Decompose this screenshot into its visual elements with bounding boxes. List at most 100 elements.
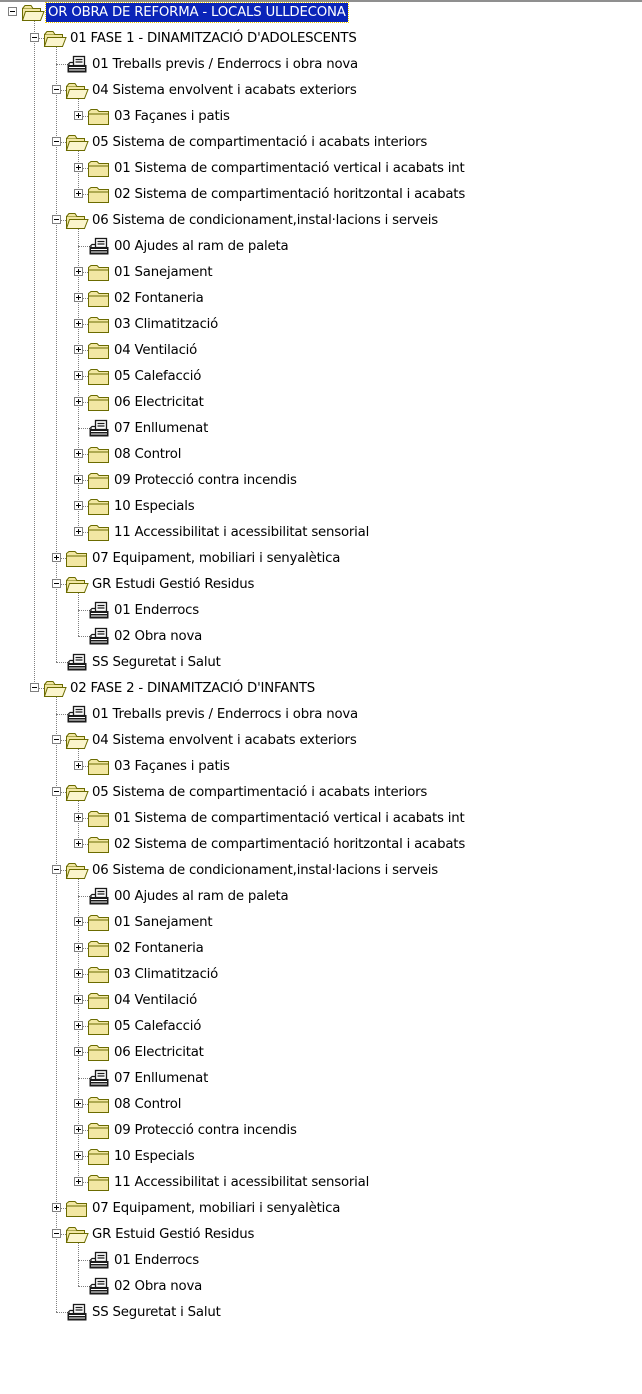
collapse-toggle-minus-icon[interactable] (8, 7, 17, 16)
expand-toggle-plus-icon[interactable] (74, 917, 83, 926)
expand-toggle-plus-icon[interactable] (74, 1021, 83, 1030)
expand-toggle-plus-icon[interactable] (52, 1203, 61, 1212)
tree-node-root[interactable]: OR OBRA DE REFORMA - LOCALS ULLDECONA (8, 0, 642, 26)
tree-node-07-equipament-mobiliari-i-senyaletica[interactable]: 07 Equipament, mobiliari i senyalètica (52, 1196, 642, 1222)
tree-node-label[interactable]: 01 Sanejament (112, 913, 214, 932)
tree-node-02-obra-nova[interactable]: 02 Obra nova (74, 1274, 642, 1300)
tree-node-01-sanejament[interactable]: 01 Sanejament (74, 910, 642, 936)
tree-node-label[interactable]: 07 Equipament, mobiliari i senyalètica (90, 549, 342, 568)
collapse-toggle-minus-icon[interactable] (52, 85, 61, 94)
tree-node-03-climatitzacio[interactable]: 03 Climatització (74, 312, 642, 338)
tree-node-label[interactable]: 04 Sistema envolvent i acabats exteriors (90, 731, 359, 750)
tree-node-label[interactable]: 03 Climatització (112, 315, 220, 334)
tree-node-label[interactable]: 09 Protecció contra incendis (112, 1121, 299, 1140)
tree-node-phase-1[interactable]: 01 FASE 1 - DINAMITZACIÓ D'ADOLESCENTS (30, 26, 642, 52)
tree-node-01-enderrocs[interactable]: 01 Enderrocs (74, 598, 642, 624)
tree-node-02-fontaneria[interactable]: 02 Fontaneria (74, 286, 642, 312)
tree-node-08-control[interactable]: 08 Control (74, 442, 642, 468)
tree-node-label[interactable]: 11 Accessibilitat i acessibilitat sensor… (112, 523, 371, 542)
collapse-toggle-minus-icon[interactable] (52, 787, 61, 796)
tree-node-label[interactable]: 01 Sistema de compartimentació vertical … (112, 809, 466, 828)
tree-node-label[interactable]: 02 Fontaneria (112, 289, 206, 308)
tree-node-label[interactable]: 05 Sistema de compartimentació i acabats… (90, 133, 429, 152)
tree-node-label[interactable]: 06 Electricitat (112, 393, 206, 412)
tree-node-label[interactable]: 04 Ventilació (112, 991, 199, 1010)
tree-node-02-fontaneria[interactable]: 02 Fontaneria (74, 936, 642, 962)
tree-node-label[interactable]: GR Estudi Gestió Residus (90, 575, 256, 594)
tree-node-label[interactable]: 04 Sistema envolvent i acabats exteriors (90, 81, 359, 100)
tree-node-label[interactable]: 04 Ventilació (112, 341, 199, 360)
collapse-toggle-minus-icon[interactable] (30, 33, 39, 42)
tree-node-label[interactable]: 02 Sistema de compartimentació horitzont… (112, 835, 467, 854)
expand-toggle-plus-icon[interactable] (74, 111, 83, 120)
tree-node-01-enderrocs[interactable]: 01 Enderrocs (74, 1248, 642, 1274)
tree-node-02-obra-nova[interactable]: 02 Obra nova (74, 624, 642, 650)
expand-toggle-plus-icon[interactable] (52, 553, 61, 562)
tree-node-05-sistema-de-compartimentacio-i-acabats-interiors[interactable]: 05 Sistema de compartimentació i acabats… (52, 130, 642, 156)
collapse-toggle-minus-icon[interactable] (30, 683, 39, 692)
expand-toggle-plus-icon[interactable] (74, 345, 83, 354)
expand-toggle-plus-icon[interactable] (74, 839, 83, 848)
tree-node-label[interactable]: 01 Enderrocs (112, 1251, 201, 1270)
collapse-toggle-minus-icon[interactable] (52, 735, 61, 744)
tree-node-label[interactable]: 03 Façanes i patis (112, 107, 232, 126)
expand-toggle-plus-icon[interactable] (74, 293, 83, 302)
tree-node-06-sistema-de-condicionament-instal-lacions-i-serveis[interactable]: 06 Sistema de condicionament,instal·laci… (52, 858, 642, 884)
collapse-toggle-minus-icon[interactable] (52, 865, 61, 874)
tree-node-label[interactable]: 02 Sistema de compartimentació horitzont… (112, 185, 467, 204)
tree-node-label[interactable]: 02 FASE 2 - DINAMITZACIÓ D'INFANTS (68, 679, 317, 698)
expand-toggle-plus-icon[interactable] (74, 995, 83, 1004)
tree-node-06-electricitat[interactable]: 06 Electricitat (74, 1040, 642, 1066)
expand-toggle-plus-icon[interactable] (74, 371, 83, 380)
tree-node-09-proteccio-contra-incendis[interactable]: 09 Protecció contra incendis (74, 468, 642, 494)
tree-node-label[interactable]: 01 FASE 1 - DINAMITZACIÓ D'ADOLESCENTS (68, 29, 359, 48)
tree-node-label[interactable]: 11 Accessibilitat i acessibilitat sensor… (112, 1173, 371, 1192)
tree-node-label[interactable]: SS Seguretat i Salut (90, 653, 223, 672)
tree-node-label[interactable]: 05 Calefacció (112, 367, 203, 386)
tree-node-label[interactable]: 06 Sistema de condicionament,instal·laci… (90, 861, 440, 880)
collapse-toggle-minus-icon[interactable] (52, 579, 61, 588)
tree-node-label[interactable]: SS Seguretat i Salut (90, 1303, 223, 1322)
tree-node-03-climatitzacio[interactable]: 03 Climatització (74, 962, 642, 988)
collapse-toggle-minus-icon[interactable] (52, 215, 61, 224)
tree-node-label[interactable]: 01 Treballs previs / Enderrocs i obra no… (90, 705, 360, 724)
expand-toggle-plus-icon[interactable] (74, 189, 83, 198)
tree-node-00-ajudes-al-ram-de-paleta[interactable]: 00 Ajudes al ram de paleta (74, 884, 642, 910)
tree-node-label[interactable]: 02 Fontaneria (112, 939, 206, 958)
tree-node-label[interactable]: 01 Sanejament (112, 263, 214, 282)
tree-node-10-especials[interactable]: 10 Especials (74, 494, 642, 520)
expand-toggle-plus-icon[interactable] (74, 1099, 83, 1108)
tree-node-label[interactable]: 10 Especials (112, 497, 196, 516)
tree-node-label[interactable]: 03 Climatització (112, 965, 220, 984)
tree-node-ss-seguretat-i-salut[interactable]: SS Seguretat i Salut (52, 1300, 642, 1326)
tree-node-06-sistema-de-condicionament-instal-lacions-i-serveis[interactable]: 06 Sistema de condicionament,instal·laci… (52, 208, 642, 234)
tree-node-label[interactable]: 09 Protecció contra incendis (112, 471, 299, 490)
expand-toggle-plus-icon[interactable] (74, 449, 83, 458)
tree-node-11-accessibilitat-i-acessibilitat-sensorial[interactable]: 11 Accessibilitat i acessibilitat sensor… (74, 1170, 642, 1196)
tree-node-label[interactable]: 05 Sistema de compartimentació i acabats… (90, 783, 429, 802)
expand-toggle-plus-icon[interactable] (74, 397, 83, 406)
expand-toggle-plus-icon[interactable] (74, 1151, 83, 1160)
tree-node-label[interactable]: OR OBRA DE REFORMA - LOCALS ULLDECONA (45, 2, 349, 23)
expand-toggle-plus-icon[interactable] (74, 163, 83, 172)
tree-node-gr-estudi-gestio-residus[interactable]: GR Estudi Gestió Residus (52, 572, 642, 598)
tree-node-01-sanejament[interactable]: 01 Sanejament (74, 260, 642, 286)
tree-node-05-calefaccio[interactable]: 05 Calefacció (74, 364, 642, 390)
tree-node-05-calefaccio[interactable]: 05 Calefacció (74, 1014, 642, 1040)
tree-node-06-electricitat[interactable]: 06 Electricitat (74, 390, 642, 416)
tree-node-03-facanes-i-patis[interactable]: 03 Façanes i patis (74, 104, 642, 130)
tree-node-label[interactable]: 08 Control (112, 445, 183, 464)
tree-node-phase-2[interactable]: 02 FASE 2 - DINAMITZACIÓ D'INFANTS (30, 676, 642, 702)
expand-toggle-plus-icon[interactable] (74, 1047, 83, 1056)
tree-node-04-ventilacio[interactable]: 04 Ventilació (74, 338, 642, 364)
tree-node-label[interactable]: GR Estuid Gestió Residus (90, 1225, 256, 1244)
tree-node-label[interactable]: 07 Equipament, mobiliari i senyalètica (90, 1199, 342, 1218)
tree-node-01-treballs-previs-enderrocs-i-obra-nova[interactable]: 01 Treballs previs / Enderrocs i obra no… (52, 52, 642, 78)
tree-node-04-sistema-envolvent-i-acabats-exteriors[interactable]: 04 Sistema envolvent i acabats exteriors (52, 728, 642, 754)
expand-toggle-plus-icon[interactable] (74, 527, 83, 536)
tree-node-08-control[interactable]: 08 Control (74, 1092, 642, 1118)
expand-toggle-plus-icon[interactable] (74, 813, 83, 822)
expand-toggle-plus-icon[interactable] (74, 761, 83, 770)
project-tree[interactable]: OR OBRA DE REFORMA - LOCALS ULLDECONA 01 … (0, 0, 642, 1394)
tree-node-09-proteccio-contra-incendis[interactable]: 09 Protecció contra incendis (74, 1118, 642, 1144)
